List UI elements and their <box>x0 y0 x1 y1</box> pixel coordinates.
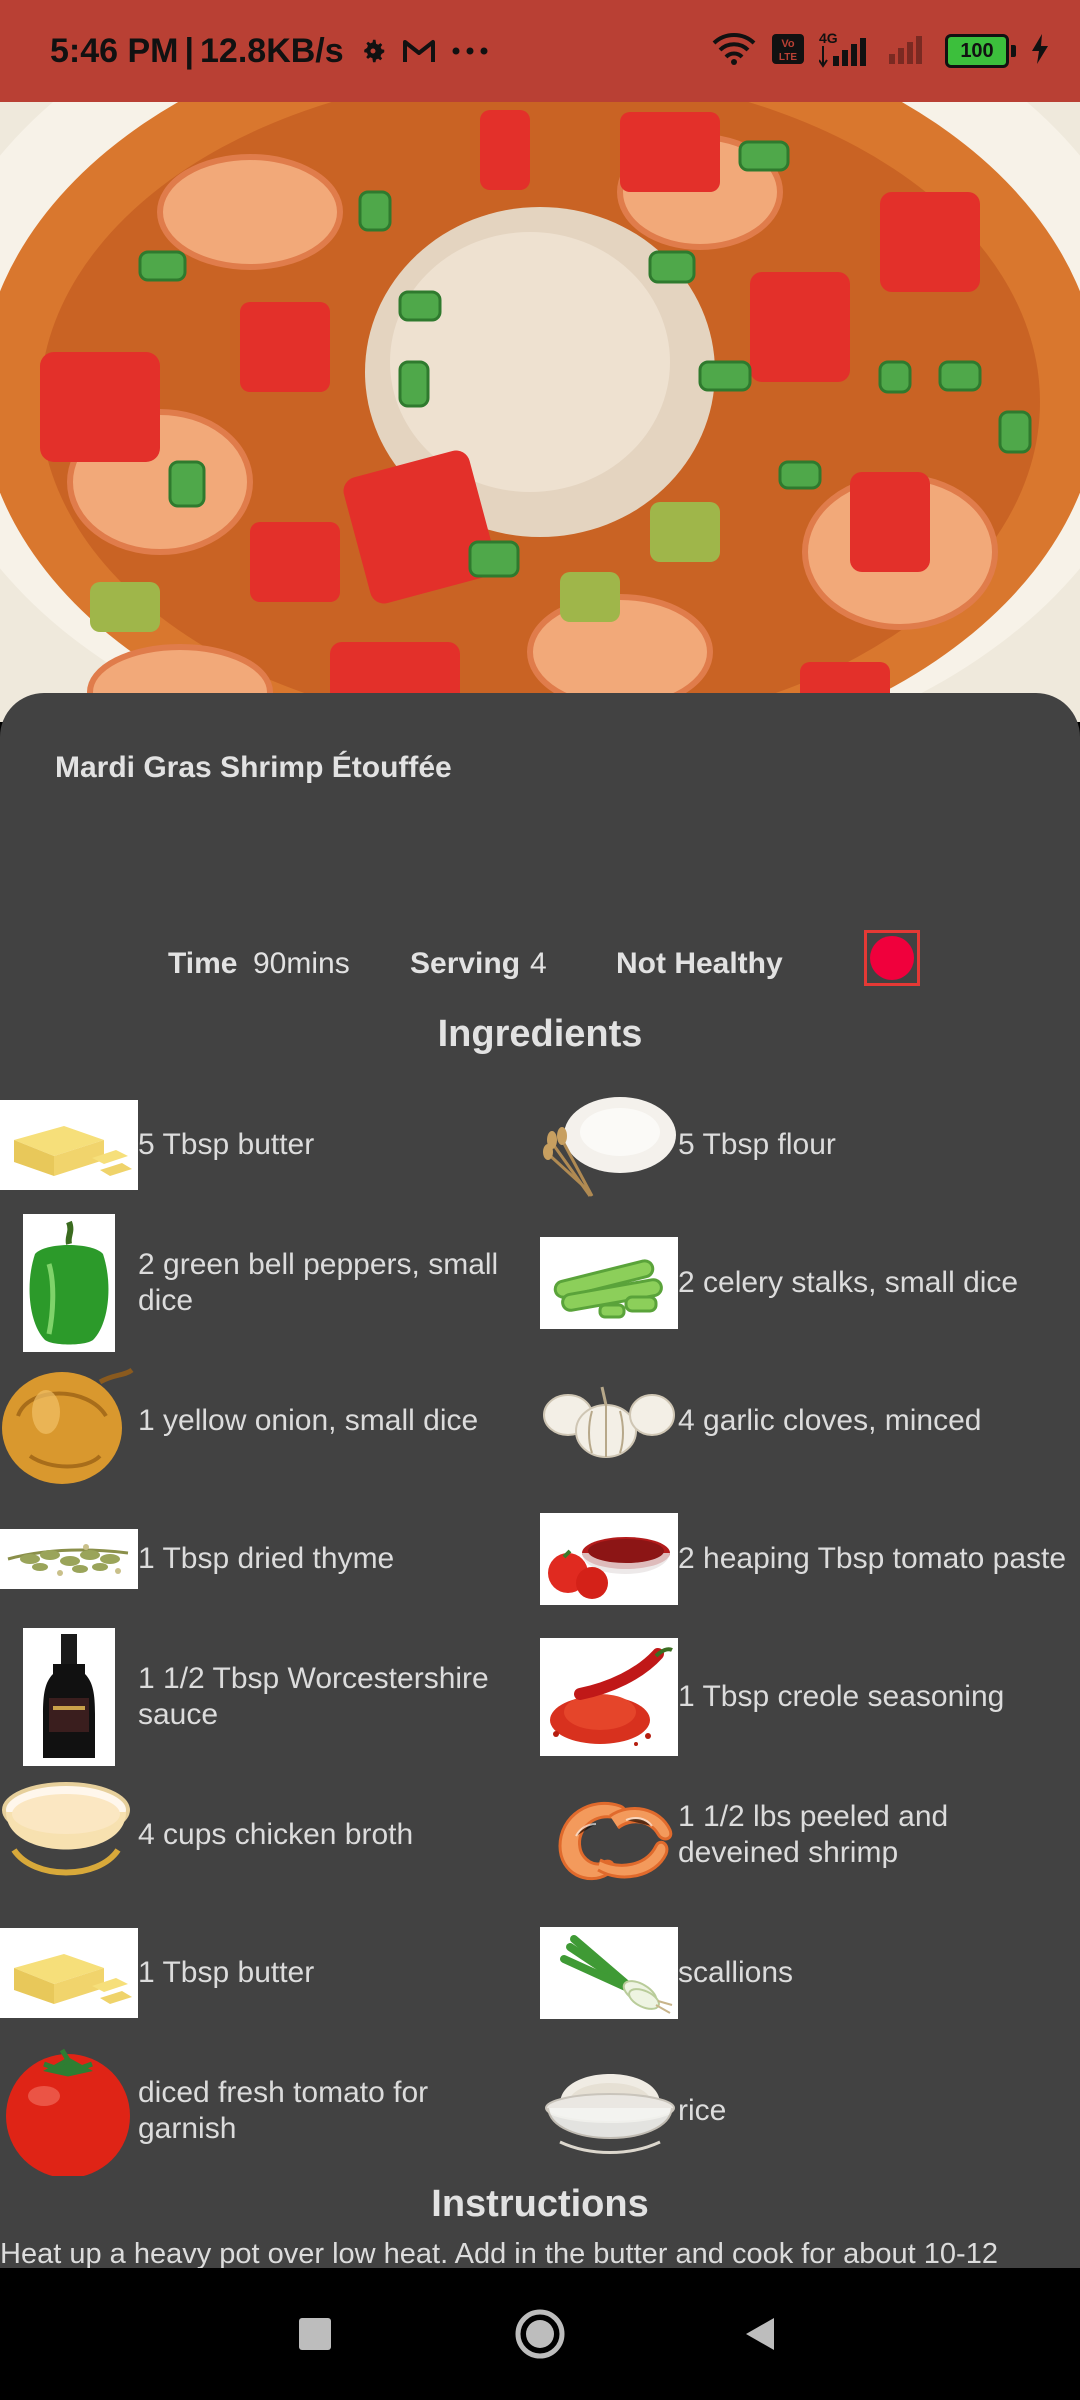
ingredient-text: 4 garlic cloves, minced <box>678 1404 982 1437</box>
serving-value: 4 <box>530 947 547 980</box>
onion-icon <box>0 1352 138 1490</box>
ingredient-item: 1 1/2 lbs peeled and deveined shrimp <box>540 1766 1080 1904</box>
network-speed: 12.8KB/s <box>200 31 344 70</box>
navigation-bar <box>0 2268 1080 2400</box>
ingredient-text: diced fresh tomato for garnish <box>138 2076 429 2145</box>
svg-text:Vo: Vo <box>781 38 795 50</box>
ingredient-text: 5 Tbsp flour <box>678 1128 836 1161</box>
record-button[interactable] <box>864 930 920 986</box>
status-separator: | <box>184 31 195 70</box>
ingredient-text: 2 heaping Tbsp tomato paste <box>678 1542 1067 1575</box>
ingredient-item: 2 celery stalks, small dice <box>540 1214 1080 1352</box>
ingredients-heading: Ingredients <box>437 1013 643 1055</box>
gear-icon <box>358 36 388 66</box>
record-dot-icon <box>870 936 914 980</box>
worcestershire-icon <box>0 1628 138 1766</box>
ingredient-text: 1 1/2 lbs peeled and deveined shrimp <box>678 1800 949 1869</box>
ingredient-item: diced fresh tomato for garnish <box>0 2042 540 2180</box>
flour-icon <box>540 1076 678 1214</box>
volte-icon: Vo LTE <box>771 33 805 70</box>
ingredient-item: 2 heaping Tbsp tomato paste <box>540 1490 1080 1628</box>
ingredient-text: 2 green bell peppers, small dice <box>138 1248 499 1317</box>
battery-level: 100 <box>945 34 1009 68</box>
garlic-icon <box>540 1352 678 1490</box>
ingredient-text: 1 1/2 Tbsp Worcestershire sauce <box>138 1662 489 1731</box>
ingredient-text: 2 celery stalks, small dice <box>678 1266 1019 1299</box>
shrimp-icon <box>540 1766 678 1904</box>
ingredient-item: 1 Tbsp dried thyme <box>0 1490 540 1628</box>
time-value: 90mins <box>253 947 350 980</box>
tomato-paste-icon <box>540 1490 678 1628</box>
rice-icon <box>540 2042 678 2180</box>
more-icon <box>450 46 490 56</box>
ingredient-item: 4 cups chicken broth <box>0 1766 540 1904</box>
ingredient-item: 1 Tbsp creole seasoning <box>540 1628 1080 1766</box>
ingredient-item: 2 green bell peppers, small dice <box>0 1214 540 1352</box>
butter-icon <box>0 1076 138 1214</box>
ingredient-item: rice <box>540 2042 1080 2180</box>
back-button[interactable] <box>700 2268 820 2400</box>
status-bar: 5:46 PM | 12.8KB/s Vo LTE 4G 100 <box>0 0 1080 102</box>
chicken-broth-icon <box>0 1766 138 1904</box>
ingredient-text: 1 yellow onion, small dice <box>138 1404 479 1437</box>
home-button[interactable] <box>480 2268 600 2400</box>
ingredient-text: 1 Tbsp butter <box>138 1956 315 1989</box>
ingredient-item: scallions <box>540 1904 1080 2042</box>
tomato-icon <box>0 2042 138 2180</box>
gmail-icon <box>402 38 436 64</box>
recipe-title: Mardi Gras Shrimp Étouffée <box>55 751 452 784</box>
ingredient-text: rice <box>678 2094 727 2127</box>
recipe-detail-sheet: Mardi Gras Shrimp Étouffée Time 90mins S… <box>0 693 1080 2268</box>
recipe-hero-image <box>0 102 1080 722</box>
status-left: 5:46 PM | 12.8KB/s <box>50 0 490 102</box>
home-icon <box>515 2309 565 2359</box>
charging-icon <box>1030 33 1050 70</box>
butter-icon <box>0 1904 138 2042</box>
thyme-icon <box>0 1490 138 1628</box>
ingredient-text: 1 Tbsp creole seasoning <box>678 1680 1005 1713</box>
status-time: 5:46 PM <box>50 31 179 70</box>
health-label: Not Healthy <box>616 947 783 980</box>
ingredient-item: 4 garlic cloves, minced <box>540 1352 1080 1490</box>
battery-icon: 100 <box>945 34 1016 68</box>
ingredient-item: 1 Tbsp butter <box>0 1904 540 2042</box>
ingredient-item: 5 Tbsp butter <box>0 1076 540 1214</box>
svg-text:LTE: LTE <box>779 52 797 63</box>
recents-button[interactable] <box>255 2268 375 2400</box>
ingredient-item: 1 1/2 Tbsp Worcestershire sauce <box>0 1628 540 1766</box>
instructions-text: Heat up a heavy pot over low heat. Add i… <box>0 2238 998 2268</box>
signal-weak-icon <box>887 32 931 71</box>
ingredient-item: 5 Tbsp flour <box>540 1076 1080 1214</box>
back-icon <box>746 2318 774 2350</box>
ingredient-text: 5 Tbsp butter <box>138 1128 315 1161</box>
ingredient-text: scallions <box>678 1956 794 1989</box>
status-right: Vo LTE 4G 100 <box>711 0 1050 102</box>
serving-label: Serving <box>410 947 521 980</box>
wifi-icon <box>711 32 757 71</box>
ingredient-text: 4 cups chicken broth <box>138 1818 414 1851</box>
creole-seasoning-icon <box>540 1628 678 1766</box>
ingredient-text: 1 Tbsp dried thyme <box>138 1542 395 1575</box>
ingredient-item: 1 yellow onion, small dice <box>0 1352 540 1490</box>
recents-icon <box>299 2318 331 2350</box>
instructions-heading: Instructions <box>431 2183 649 2225</box>
time-label: Time <box>168 947 238 980</box>
signal-icon: 4G <box>819 30 873 68</box>
celery-icon <box>540 1214 678 1352</box>
scallions-icon <box>540 1904 678 2042</box>
green-pepper-icon <box>0 1214 138 1352</box>
